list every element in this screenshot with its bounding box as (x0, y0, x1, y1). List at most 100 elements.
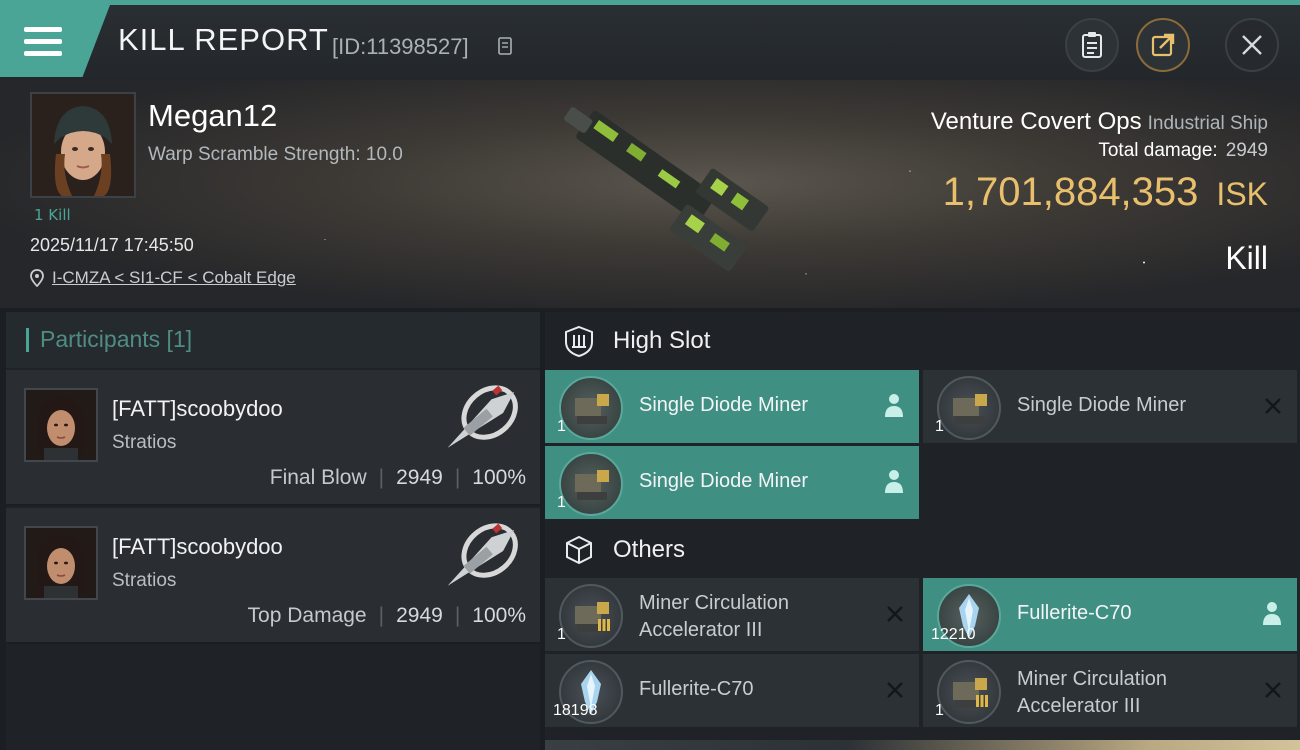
kill-location[interactable]: I-CMZA < SI1-CF < Cobalt Edge (30, 268, 296, 288)
x-icon (1265, 682, 1281, 698)
tier-3-badge (976, 695, 988, 707)
participant-name[interactable]: [FATT]scoobydoo (112, 396, 283, 422)
top-accent-line (0, 0, 1300, 5)
isk-unit: ISK (1216, 176, 1268, 212)
module-icon (559, 584, 623, 648)
participant-portrait (26, 390, 96, 460)
participant-stats: Final Blow | 2949 | 100% (270, 466, 526, 490)
participant-percent: 100% (472, 466, 526, 489)
participant-avatar[interactable] (24, 526, 98, 600)
participant-row[interactable]: [FATT]scoobydoo Stratios Final Blow | 29… (6, 370, 540, 506)
menu-icon (24, 27, 62, 57)
other-item[interactable]: 18198 Fullerite-C70 (545, 654, 919, 727)
item-name: Single Diode Miner (639, 394, 808, 416)
high-slot-title: High Slot (613, 327, 711, 354)
participant-role: Top Damage (247, 604, 367, 627)
item-quantity: 1 (935, 418, 944, 435)
x-icon (887, 606, 903, 622)
participant-row[interactable]: [FATT]scoobydoo Stratios Top Damage | 29… (6, 508, 540, 644)
victim-avatar[interactable] (30, 92, 136, 198)
report-id: [ID:11398527] (332, 34, 469, 59)
participant-damage: 2949 (396, 466, 443, 489)
total-damage: Total damage: 2949 (1098, 140, 1268, 162)
item-name: Fullerite-C70 (1017, 602, 1132, 624)
others-header: Others (545, 521, 1300, 579)
menu-button[interactable] (0, 5, 110, 77)
location-pin-icon (30, 269, 44, 287)
export-button[interactable] (1136, 18, 1190, 72)
stat-divider: | (454, 466, 461, 489)
victim-portrait (32, 94, 134, 196)
total-damage-label: Total damage: (1098, 140, 1218, 161)
stat-divider: | (378, 604, 385, 627)
high-slot-item[interactable]: 1 Single Diode Miner (545, 446, 919, 519)
isk-amount: 1,701,884,353 (942, 170, 1199, 214)
participants-panel: Participants [1] [FATT]scoobydoo Stratio… (6, 312, 540, 750)
next-row-preview (545, 740, 1300, 750)
item-name: Miner Circulation Accelerator III (1017, 668, 1168, 717)
close-button[interactable] (1225, 18, 1279, 72)
other-item[interactable]: 1 Miner Circulation Accelerator III (545, 578, 919, 651)
module-icon (937, 660, 1001, 724)
module-icon (559, 376, 623, 440)
victim-ship-image (564, 107, 769, 272)
item-quantity: 1 (557, 626, 566, 643)
x-icon (887, 682, 903, 698)
clipboard-button[interactable] (1065, 18, 1119, 72)
other-item[interactable]: 12210 Fullerite-C70 (923, 578, 1297, 651)
participant-ship-image (447, 385, 518, 448)
total-damage-value: 2949 (1225, 140, 1268, 161)
person-icon (885, 470, 903, 493)
participants-title: Participants [1] (40, 326, 193, 352)
participant-role: Final Blow (269, 466, 367, 489)
cube-icon (566, 535, 592, 565)
header-accent-bar (26, 328, 29, 352)
stat-divider: | (378, 466, 385, 489)
other-item[interactable]: 1 Miner Circulation Accelerator III (923, 654, 1297, 727)
item-name: Single Diode Miner (1017, 394, 1186, 416)
participant-ship-image (447, 523, 518, 586)
participant-portrait (26, 528, 96, 598)
shield-slot-icon (565, 325, 593, 357)
kill-count: 1 Kill (34, 206, 71, 224)
participant-name[interactable]: [FATT]scoobydoo (112, 534, 283, 560)
item-quantity: 1 (557, 494, 566, 511)
module-icon (937, 376, 1001, 440)
participant-ship: Stratios (112, 570, 177, 591)
module-icon (559, 452, 623, 516)
victim-ship[interactable]: Venture Covert Ops Industrial Ship (931, 108, 1268, 136)
close-icon (1242, 35, 1262, 55)
victim-pilot-name[interactable]: Megan12 (148, 98, 277, 134)
item-name: Single Diode Miner (639, 470, 808, 492)
participant-percent: 100% (472, 604, 526, 627)
result-label: Kill (1225, 240, 1268, 276)
participant-damage: 2949 (396, 604, 443, 627)
high-slot-item[interactable]: 1 Single Diode Miner (545, 370, 919, 443)
person-icon (885, 394, 903, 417)
person-icon (1263, 602, 1281, 625)
warp-scramble-strength: Warp Scramble Strength: 10.0 (148, 144, 403, 165)
participant-stats: Top Damage | 2949 | 100% (248, 604, 526, 628)
victim-ship-name: Venture Covert Ops (930, 108, 1142, 135)
export-icon (1151, 33, 1175, 57)
item-name: Miner Circulation Accelerator III (639, 592, 790, 641)
tier-3-badge (598, 619, 610, 631)
kill-datetime: 2025/11/17 17:45:50 (30, 235, 194, 255)
stat-divider: | (454, 604, 461, 627)
high-slot-header: High Slot (545, 312, 1300, 370)
victim-summary: Megan12 Warp Scramble Strength: 10.0 1 K… (0, 80, 1300, 308)
location-link[interactable]: I-CMZA < SI1-CF < Cobalt Edge (52, 268, 296, 288)
high-slot-item[interactable]: 1 Single Diode Miner (923, 370, 1297, 443)
copy-icon[interactable] (498, 37, 512, 55)
isk-value: 1,701,884,353 ISK (943, 170, 1268, 215)
fitting-panel: High Slot 1 Single Diode Miner 1 Single … (545, 312, 1300, 750)
participant-ship: Stratios (112, 432, 177, 453)
others-title: Others (613, 536, 686, 563)
participant-avatar[interactable] (24, 388, 98, 462)
participants-header: Participants [1] (6, 312, 540, 368)
clipboard-icon (1082, 32, 1102, 58)
item-quantity: 18198 (553, 702, 598, 719)
x-icon (1265, 398, 1281, 414)
page-title: KILL REPORT (118, 22, 329, 57)
item-quantity: 12210 (931, 626, 976, 643)
